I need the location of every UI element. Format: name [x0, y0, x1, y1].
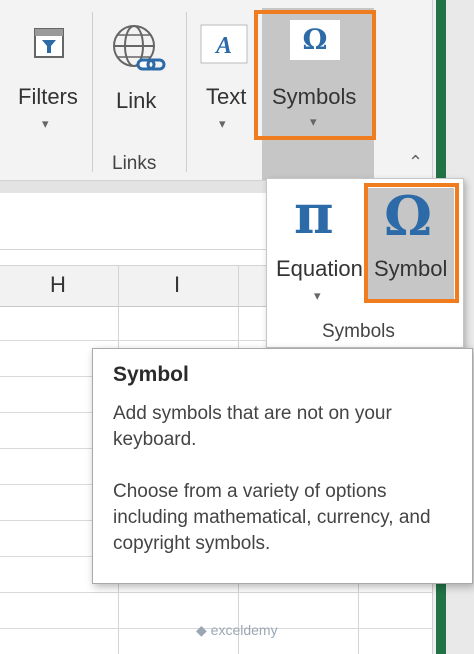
links-group-label: Links: [112, 153, 157, 174]
tooltip-description: Add symbols that are not on your keyboar…: [113, 403, 392, 450]
link-label: Link: [116, 88, 157, 113]
symbol-tooltip: Symbol Add symbols that are not on your …: [92, 348, 473, 584]
symbol-label: Symbol: [374, 256, 448, 281]
collapse-ribbon-icon[interactable]: ⌃: [408, 152, 423, 173]
group-separator: [186, 12, 187, 172]
symbols-button[interactable]: Ω Symbols ▾: [262, 14, 370, 136]
filters-button[interactable]: Filters ▾: [10, 18, 88, 138]
column-header-i[interactable]: I: [174, 272, 180, 298]
tooltip-title: Symbol: [113, 363, 189, 386]
group-separator: [92, 12, 93, 172]
chevron-down-icon: ▾: [314, 288, 321, 303]
symbol-button[interactable]: Ω Symbol: [370, 184, 454, 298]
chevron-down-icon: ▾: [310, 114, 317, 129]
watermark-text: exceldemy: [210, 622, 278, 638]
chevron-down-icon: ▾: [42, 116, 49, 131]
svg-text:A: A: [214, 33, 232, 59]
row-divider: [0, 592, 432, 593]
globe-link-icon: [108, 22, 168, 82]
column-header-h[interactable]: H: [50, 272, 66, 298]
filters-label: Filters: [18, 84, 78, 109]
omega-icon: Ω: [290, 20, 340, 60]
text-box-icon: A: [200, 24, 248, 64]
symbols-group-label: Symbols: [322, 321, 395, 342]
omega-icon: Ω: [384, 184, 433, 248]
text-button[interactable]: A Text ▾: [194, 18, 256, 138]
text-label: Text: [206, 84, 247, 109]
chevron-down-icon: ▾: [219, 116, 226, 131]
filter-icon: [32, 26, 66, 60]
equation-label: Equation: [276, 256, 363, 281]
symbols-label: Symbols: [272, 84, 357, 109]
tooltip-details: Choose from a variety of options includi…: [113, 481, 431, 554]
watermark-logo: ◆ exceldemy: [196, 622, 278, 639]
link-button[interactable]: Link: [100, 18, 176, 138]
omega-glyph: Ω: [302, 23, 328, 56]
watermark-icon: ◆: [196, 622, 211, 638]
pi-icon: π: [294, 182, 334, 246]
equation-button[interactable]: π Equation ▾: [272, 182, 364, 308]
